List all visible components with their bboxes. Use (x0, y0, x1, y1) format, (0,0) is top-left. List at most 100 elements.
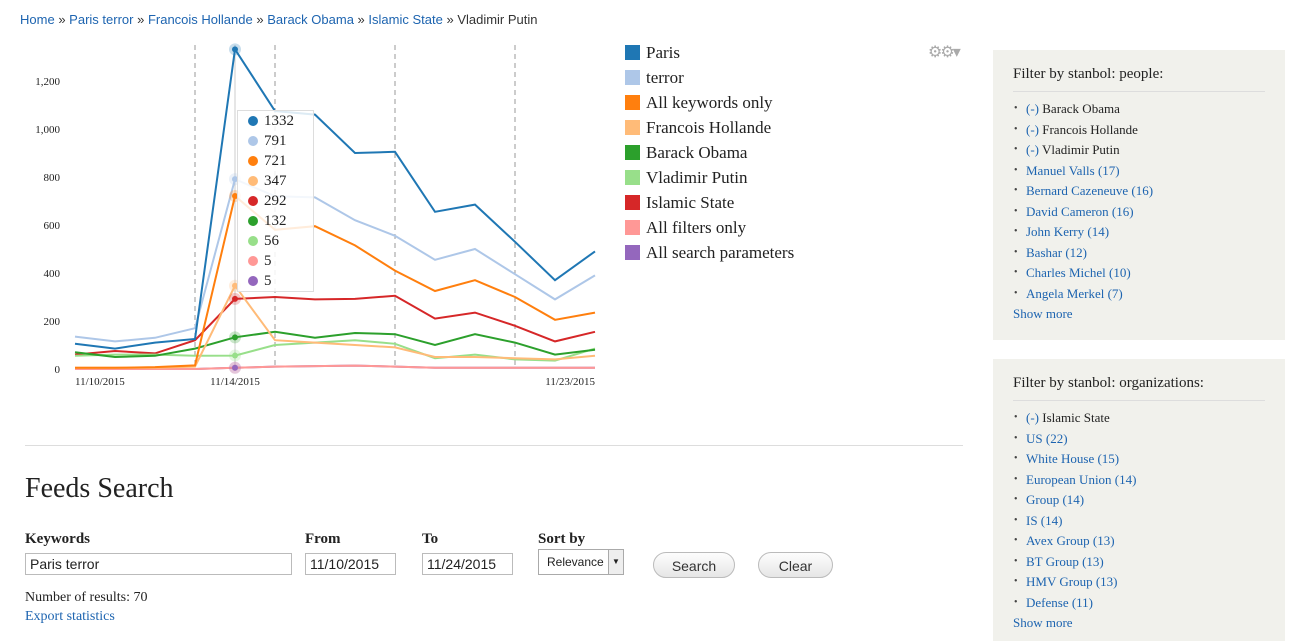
breadcrumb-separator: » (446, 12, 454, 27)
gear-icon[interactable]: ⚙⚙▾ (928, 42, 961, 61)
legend-item[interactable]: Vladimir Putin (625, 165, 794, 190)
keywords-label: Keywords (25, 531, 90, 547)
tooltip-dot (248, 216, 258, 226)
organization-filter-link[interactable]: Avex Group (13) (1026, 533, 1115, 548)
tooltip-value: 5 (264, 252, 272, 269)
breadcrumb-paris-terror[interactable]: Paris terror (69, 12, 133, 27)
legend-swatch (625, 170, 640, 185)
people-filter-link[interactable]: Manuel Valls (17) (1026, 163, 1120, 178)
organization-filter-link[interactable]: Defense (11) (1026, 595, 1093, 610)
people-filter-link[interactable]: Bernard Cazeneuve (16) (1026, 183, 1153, 198)
sort-select-value: Relevance (547, 555, 604, 569)
legend-item[interactable]: terror (625, 65, 794, 90)
legend-item[interactable]: Paris (625, 40, 794, 65)
tooltip-dot (248, 236, 258, 246)
breadcrumb-barack-obama[interactable]: Barack Obama (267, 12, 354, 27)
tooltip-row: 1332 (238, 111, 313, 131)
organization-filter-link[interactable]: IS (14) (1026, 513, 1062, 528)
people-show-more-link[interactable]: Show more (1013, 306, 1265, 322)
tooltip-row: 132 (238, 211, 313, 231)
people-filter-link[interactable]: Charles Michel (10) (1026, 265, 1131, 280)
y-tick-label: 200 (44, 316, 61, 328)
organization-filter-link[interactable]: HMV Group (13) (1026, 574, 1117, 589)
divider (25, 445, 963, 446)
organization-filter-link[interactable]: BT Group (13) (1026, 554, 1104, 569)
organization-remove-filter-link[interactable]: (-) (1026, 410, 1039, 425)
people-remove-filter-link[interactable]: (-) (1026, 122, 1039, 137)
organization-filter-item: Defense (11) (1014, 594, 1265, 615)
chevron-down-icon: ▼ (608, 550, 623, 574)
tooltip-value: 791 (264, 132, 287, 149)
legend-swatch (625, 45, 640, 60)
legend-item[interactable]: All search parameters (625, 240, 794, 265)
people-filter-link[interactable]: Angela Merkel (7) (1026, 286, 1123, 301)
tooltip-row: 56 (238, 231, 313, 251)
tooltip-row: 721 (238, 151, 313, 171)
people-filter-item: John Kerry (14) (1014, 223, 1265, 244)
y-tick-label: 600 (44, 220, 61, 232)
breadcrumb-separator: » (137, 12, 145, 27)
people-filter-link[interactable]: David Cameron (16) (1026, 204, 1134, 219)
people-filter-list: (-) Barack Obama(-) Francois Hollande(-)… (1013, 100, 1265, 305)
organization-filter-item: European Union (14) (1014, 471, 1265, 492)
clear-button[interactable]: Clear (758, 552, 833, 578)
organization-filter-link[interactable]: Group (14) (1026, 492, 1084, 507)
keywords-input[interactable] (25, 553, 292, 575)
to-date-input[interactable] (422, 553, 513, 575)
tooltip-value: 1332 (264, 112, 294, 129)
from-date-input[interactable] (305, 553, 396, 575)
x-tick-label: 11/23/2015 (545, 376, 595, 388)
organization-filter-link[interactable]: US (22) (1026, 431, 1068, 446)
search-button[interactable]: Search (653, 552, 735, 578)
to-label: To (422, 531, 439, 547)
results-count: Number of results: 70 (25, 590, 148, 605)
legend-item[interactable]: Barack Obama (625, 140, 794, 165)
y-tick-label: 1,200 (35, 76, 60, 88)
legend-swatch (625, 120, 640, 135)
people-active-filter-label: Francois Hollande (1039, 121, 1138, 137)
x-tick-label: 11/14/2015 (210, 376, 260, 388)
organization-filter-item: Group (14) (1014, 491, 1265, 512)
breadcrumb: Home » Paris terror » Francois Hollande … (20, 12, 538, 27)
people-filter-link[interactable]: Bashar (12) (1026, 245, 1087, 260)
people-active-filter: (-) Vladimir Putin (1014, 141, 1265, 162)
sort-select[interactable]: Relevance ▼ (538, 549, 624, 575)
legend-item[interactable]: Islamic State (625, 190, 794, 215)
legend-item[interactable]: All keywords only (625, 90, 794, 115)
tooltip-row: 5 (238, 271, 313, 291)
legend-item[interactable]: All filters only (625, 215, 794, 240)
breadcrumb-islamic-state[interactable]: Islamic State (368, 12, 442, 27)
people-remove-filter-link[interactable]: (-) (1026, 101, 1039, 116)
page-title: Feeds Search (25, 473, 174, 504)
tooltip-value: 132 (264, 212, 287, 229)
legend-label: terror (646, 67, 684, 87)
breadcrumb-home[interactable]: Home (20, 12, 55, 27)
y-tick-label: 1,000 (35, 124, 60, 136)
people-filter-item: David Cameron (16) (1014, 203, 1265, 224)
results-stats: Number of results: 70 Export statistics (25, 590, 147, 625)
tooltip-value: 292 (264, 192, 287, 209)
export-statistics-link[interactable]: Export statistics (25, 609, 147, 625)
organization-filter-link[interactable]: White House (15) (1026, 451, 1119, 466)
organization-filter-link[interactable]: European Union (14) (1026, 472, 1136, 487)
from-label: From (305, 531, 341, 547)
tooltip-dot (248, 256, 258, 266)
legend-label: Paris (646, 42, 680, 62)
people-filter-item: Bashar (12) (1014, 244, 1265, 265)
legend-swatch (625, 70, 640, 85)
people-remove-filter-link[interactable]: (-) (1026, 142, 1039, 157)
people-active-filter-label: Vladimir Putin (1039, 142, 1120, 157)
breadcrumb-francois-hollande[interactable]: Francois Hollande (148, 12, 253, 27)
organizations-filter-title: Filter by stanbol: organizations: (1013, 375, 1265, 401)
tooltip-dot (248, 136, 258, 146)
people-filter-item: Bernard Cazeneuve (16) (1014, 182, 1265, 203)
tooltip-dot (248, 276, 258, 286)
tooltip-row: 292 (238, 191, 313, 211)
organization-filter-item: US (22) (1014, 430, 1265, 451)
people-filter-link[interactable]: John Kerry (14) (1026, 224, 1109, 239)
tooltip-value: 5 (264, 272, 272, 289)
organizations-show-more-link[interactable]: Show more (1013, 615, 1265, 631)
legend-item[interactable]: Francois Hollande (625, 115, 794, 140)
legend-swatch (625, 245, 640, 260)
people-filter-item: Manuel Valls (17) (1014, 162, 1265, 183)
